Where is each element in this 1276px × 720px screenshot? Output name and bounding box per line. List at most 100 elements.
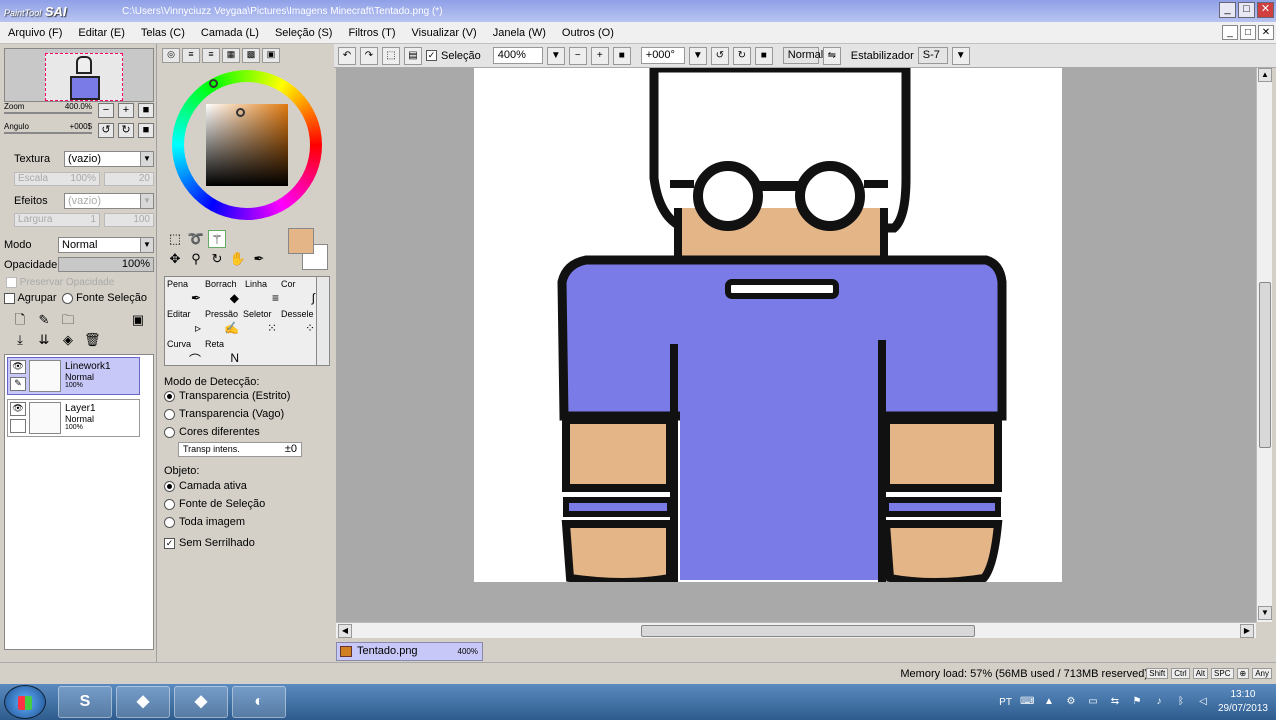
color-wheel-mode-icon[interactable]: ◎ (162, 48, 180, 63)
hand-icon[interactable]: ✋ (229, 250, 247, 268)
eyedropper-icon[interactable]: ✒ (250, 250, 268, 268)
zoom-in-button[interactable]: + (118, 103, 134, 118)
doc-restore-button[interactable]: □ (1240, 25, 1256, 40)
object-option-selection-source[interactable]: Fonte de Seleção (164, 498, 265, 510)
eye-icon[interactable]: 👁 (10, 402, 26, 416)
rgb-slider-mode-icon[interactable]: ≡ (182, 48, 200, 63)
brush-selector[interactable]: Seletor ⁙ (243, 309, 283, 339)
blend-mode-display[interactable]: Normal (782, 47, 823, 64)
layer-item-linework1[interactable]: 👁 ✎ Linework1 Normal 100% (7, 357, 140, 395)
object-option-active-layer[interactable]: Camada ativa (164, 480, 247, 492)
stabilizer-field[interactable]: S-7 (917, 47, 948, 64)
undo-icon[interactable]: ↶ (338, 46, 356, 65)
new-layer-icon[interactable]: 🗋 (12, 312, 28, 328)
palette-mode-icon[interactable]: ▦ (222, 48, 240, 63)
brush-curve[interactable]: Curva ⌒ (167, 339, 207, 369)
horizontal-scroll-thumb[interactable] (641, 625, 975, 637)
painttool-sai-taskbar-button[interactable]: ◐ (232, 686, 286, 718)
opacity-slider[interactable]: 100% (58, 257, 154, 272)
flag-icon[interactable]: ⚑ (1130, 696, 1144, 708)
selection-source-option[interactable]: Fonte Seleção (62, 292, 147, 304)
mask-icon[interactable]: ▣ (130, 312, 146, 328)
clear-layer-icon[interactable]: ◈ (60, 332, 76, 348)
rotate-left-icon[interactable]: ↺ (710, 46, 729, 65)
detection-option-vague[interactable]: Transparencia (Vago) (164, 408, 284, 420)
menu-filters[interactable]: Filtros (T) (340, 27, 403, 39)
brush-deselect[interactable]: Dessele ⁘ (281, 309, 321, 339)
redo-icon[interactable]: ↷ (360, 46, 378, 65)
detection-option-strict[interactable]: Transparencia (Estrito) (164, 390, 290, 402)
whole-image-radio[interactable] (164, 516, 175, 528)
brush-eraser[interactable]: Borrach ◆ (205, 279, 245, 309)
active-layer-radio[interactable] (164, 480, 175, 492)
zoom-field[interactable]: 400% (492, 47, 543, 64)
minecraft-taskbar-button[interactable]: ◆ (116, 686, 170, 718)
rotate-right-button[interactable]: ↻ (118, 123, 134, 138)
speaker-icon[interactable]: ♪ (1152, 696, 1166, 708)
mixer-mode-icon[interactable]: ▩ (242, 48, 260, 63)
zoom-out-button[interactable]: − (98, 103, 114, 118)
volume-icon[interactable]: ◁ (1196, 696, 1210, 708)
brush-pressure[interactable]: Pressão ✍ (205, 309, 245, 339)
rect-select-icon[interactable]: ⬚ (166, 230, 184, 248)
menu-selection[interactable]: Seleção (S) (267, 27, 340, 39)
group-checkbox[interactable] (4, 292, 15, 304)
saturation-value-square[interactable] (206, 104, 288, 186)
brush-straight[interactable]: Reta N (205, 339, 245, 369)
selection-source-object-radio[interactable] (164, 498, 175, 510)
angle-slider[interactable]: Angulo +000$ (4, 122, 92, 134)
menu-layer[interactable]: Camada (L) (193, 27, 267, 39)
preserve-opacity-checkbox[interactable] (6, 277, 17, 288)
brush-color[interactable]: Cor ∫ (281, 279, 321, 309)
tray-app-icon[interactable]: ⚙ (1064, 696, 1078, 708)
zoom-out-icon[interactable]: − (568, 46, 587, 65)
menu-file[interactable]: Arquivo (F) (0, 27, 70, 39)
lock-icon[interactable] (10, 419, 26, 433)
hue-marker[interactable] (209, 79, 218, 88)
doc-minimize-button[interactable]: _ (1222, 25, 1238, 40)
rotate-left-button[interactable]: ↺ (98, 123, 114, 138)
selection-source-radio[interactable] (62, 292, 73, 304)
menu-others[interactable]: Outros (O) (554, 27, 622, 39)
doc-close-button[interactable]: ✕ (1258, 25, 1274, 40)
chevron-down-icon[interactable]: ▼ (951, 46, 970, 65)
new-folder-icon[interactable]: 🗀 (60, 312, 76, 328)
primary-color-swatch[interactable] (288, 228, 314, 254)
chevron-down-icon[interactable]: ▼ (546, 46, 565, 65)
bluetooth-icon[interactable]: ᛒ (1174, 696, 1188, 708)
brush-pen[interactable]: Pena ✒ (167, 279, 207, 309)
zoom-reset-icon[interactable]: ■ (612, 46, 631, 65)
brush-edit[interactable]: Editar ▹ (167, 309, 207, 339)
navigator-preview[interactable] (4, 48, 154, 102)
pen-lock-icon[interactable]: ✎ (10, 377, 26, 391)
transparency-intensity-field[interactable]: Transp intens. ±0 (178, 442, 302, 457)
lasso-icon[interactable]: ➰ (187, 230, 205, 248)
detection-option-colors[interactable]: Cores diferentes (164, 426, 260, 438)
scroll-up-icon[interactable]: ▲ (1258, 68, 1272, 82)
detection-colors-radio[interactable] (164, 426, 175, 438)
canvas-paper[interactable] (474, 68, 1062, 582)
color-marker[interactable] (236, 108, 245, 117)
antialias-option[interactable]: ✓ Sem Serrilhado (164, 537, 255, 549)
minecraft-alt-taskbar-button[interactable]: ◆ (174, 686, 228, 718)
minimize-button[interactable]: _ (1219, 2, 1236, 18)
clock[interactable]: 13:10 29/07/2013 (1218, 688, 1268, 716)
invert-selection-icon[interactable]: ▤ (404, 46, 422, 65)
effects-dropdown[interactable]: (vazio) ▼ (64, 193, 154, 209)
show-selection-checkbox[interactable]: ✓ (426, 50, 437, 61)
canvas-viewport[interactable] (336, 68, 1256, 622)
rotate-reset-button[interactable]: ■ (138, 123, 154, 138)
zoom-reset-button[interactable]: ■ (138, 103, 154, 118)
flip-icon[interactable]: ⇋ (822, 46, 841, 65)
brush-scrollbar[interactable] (316, 276, 330, 366)
menu-canvas[interactable]: Telas (C) (133, 27, 193, 39)
trash-icon[interactable]: 🗑 (84, 332, 101, 348)
rotate-reset-icon[interactable]: ■ (754, 46, 773, 65)
layer-item-layer1[interactable]: 👁 Layer1 Normal 100% (7, 399, 140, 437)
deselect-icon[interactable]: ⬚ (382, 46, 400, 65)
vertical-scrollbar[interactable]: ▲ ▼ (1256, 68, 1272, 622)
zoom-in-icon[interactable]: + (590, 46, 609, 65)
new-linework-layer-icon[interactable]: ✎ (36, 312, 52, 328)
maximize-button[interactable]: □ (1238, 2, 1255, 18)
start-button[interactable] (4, 685, 46, 719)
